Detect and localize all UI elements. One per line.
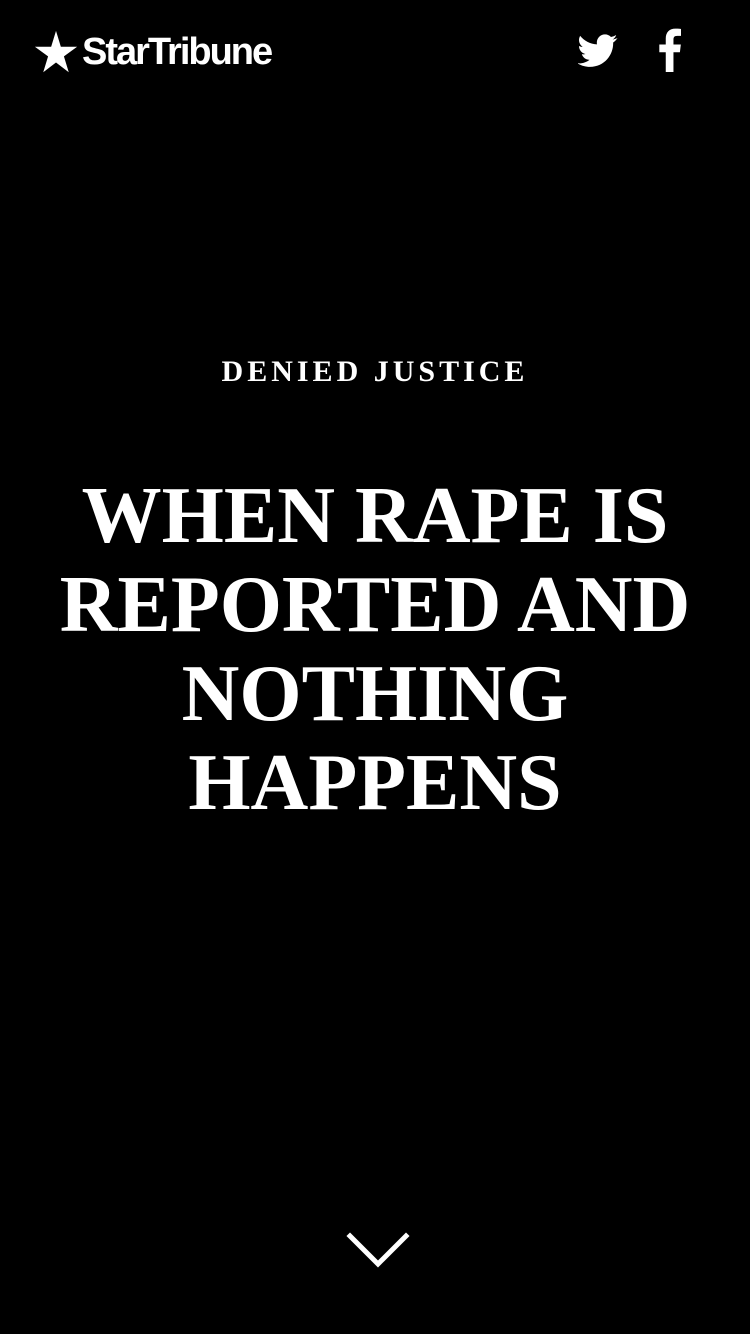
startribune-logo-link[interactable]: StarTribune xyxy=(34,28,273,76)
twitter-icon xyxy=(578,34,618,67)
facebook-icon xyxy=(659,28,681,72)
site-header: StarTribune xyxy=(0,0,750,110)
page-title: WHEN RAPE IS REPORTED AND NOTHING HAPPEN… xyxy=(59,472,691,827)
logo-wordmark: StarTribune xyxy=(82,31,273,73)
facebook-share-button[interactable] xyxy=(656,28,684,72)
scroll-down-button[interactable] xyxy=(346,1232,410,1272)
section-kicker: DENIED JUSTICE xyxy=(221,355,529,388)
chevron-down-icon xyxy=(346,1232,410,1268)
star-icon xyxy=(34,30,78,73)
twitter-share-button[interactable] xyxy=(578,28,618,72)
